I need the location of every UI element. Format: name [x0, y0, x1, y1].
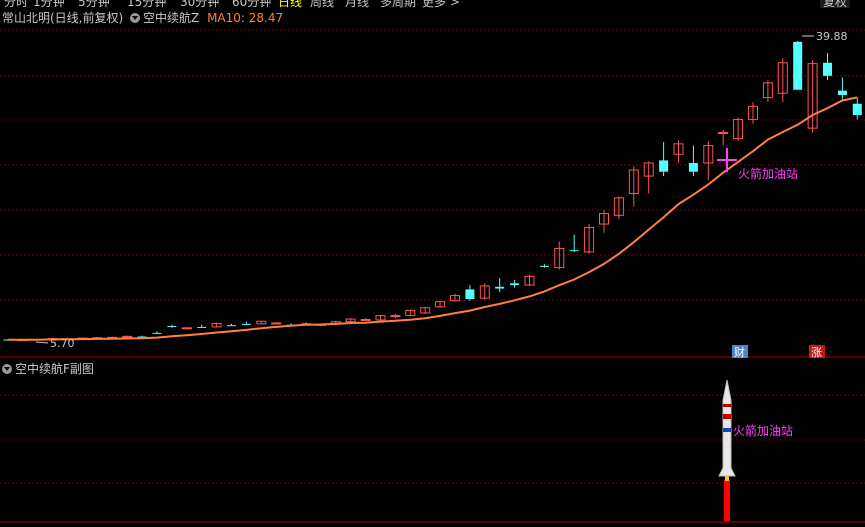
candle-body — [360, 319, 371, 322]
candle-body — [793, 41, 803, 90]
low-arrow — [35, 341, 49, 344]
candle-body — [390, 315, 401, 318]
rocket-exhaust — [724, 480, 730, 521]
candle-body — [823, 62, 832, 76]
candle-body — [241, 323, 251, 325]
candle-body — [659, 160, 669, 172]
kline-chart[interactable]: 39.885.70火箭加油站财 涨火箭加油站 — [0, 0, 865, 527]
rocket-band-blue — [723, 428, 731, 432]
candle-body — [181, 327, 192, 330]
candle-body — [539, 265, 549, 267]
candle-body — [152, 332, 162, 334]
candle-body — [167, 326, 177, 328]
candle-body — [569, 250, 579, 252]
signal-label-sub: 火箭加油站 — [733, 423, 793, 438]
badge-cai: 财 — [734, 345, 745, 359]
candle-body — [852, 103, 862, 116]
signal-label-main: 火箭加油站 — [738, 166, 798, 181]
ma10-line — [7, 96, 858, 341]
candle-body — [465, 289, 475, 300]
high-price-label: 39.88 — [816, 30, 848, 43]
candle-body — [688, 163, 698, 172]
candle-body — [718, 131, 729, 134]
rocket-band-top — [723, 404, 731, 407]
rocket-band-red — [723, 414, 731, 419]
low-price-label: 5.70 — [50, 337, 75, 350]
badge-zhang: 涨 — [811, 346, 822, 359]
candle-body — [837, 90, 847, 96]
candle-body — [271, 322, 282, 325]
candle-body — [510, 283, 520, 286]
candle-body — [227, 325, 236, 327]
candle-body — [495, 286, 505, 289]
candle-body — [197, 326, 207, 328]
